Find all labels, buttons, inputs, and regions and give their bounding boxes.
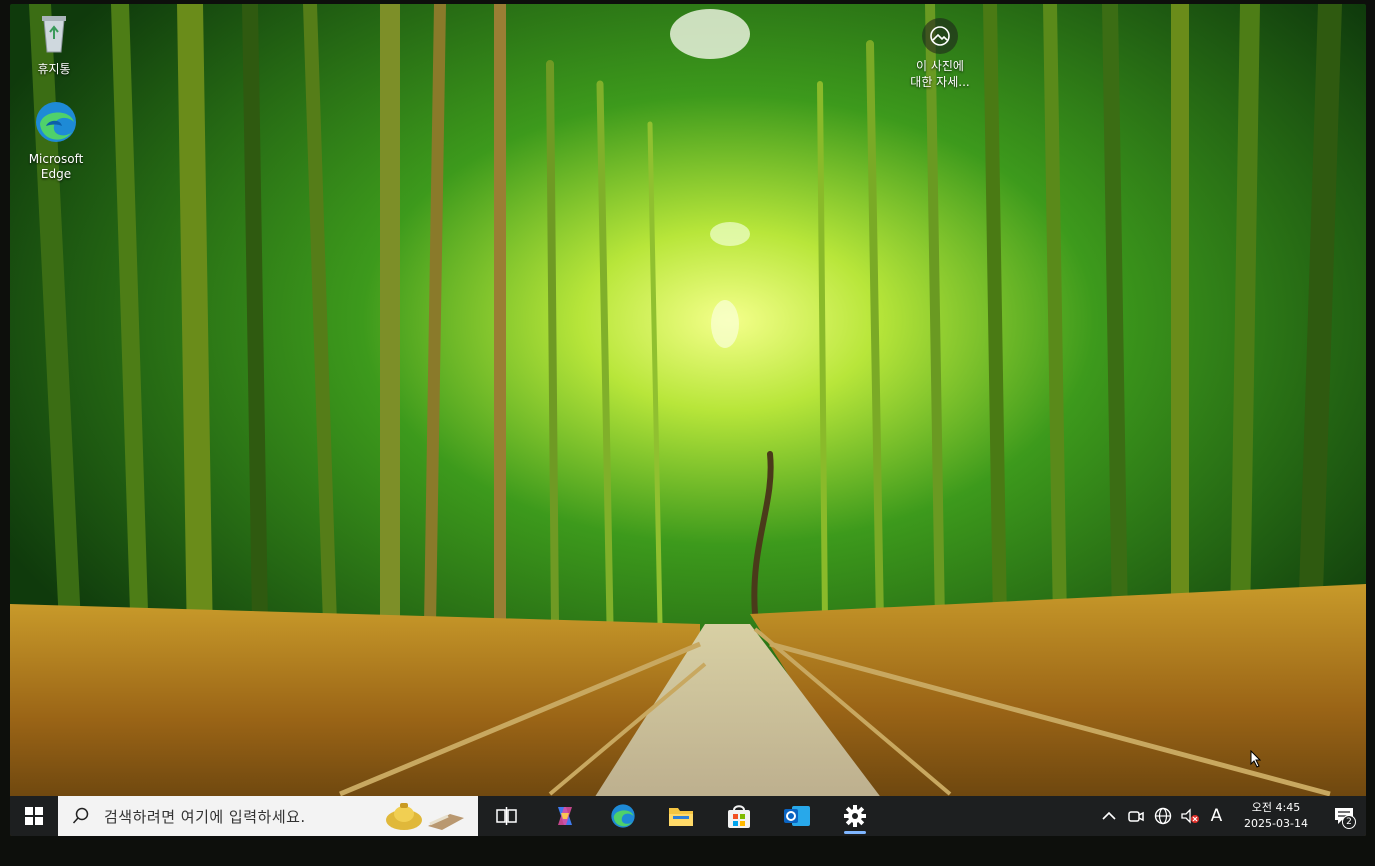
taskbar-outlook-button[interactable] (768, 796, 826, 836)
tray-ime-indicator[interactable]: A (1203, 796, 1230, 836)
search-highlight-illustration-icon (386, 803, 464, 830)
desktop-icon-label: 휴지통 (37, 62, 71, 76)
taskbar-search-box[interactable]: 검색하려면 여기에 입력하세요. (58, 796, 478, 836)
action-center-button[interactable]: 2 (1322, 796, 1366, 836)
store-icon (728, 805, 750, 828)
taskbar-edge-button[interactable] (594, 796, 652, 836)
spotlight-label-line1: 이 사진에 (916, 59, 964, 73)
taskbar: 검색하려면 여기에 입력하세요. A 오전 4:45 2025-03-14 2 (10, 796, 1366, 836)
taskbar-file-explorer-button[interactable] (652, 796, 710, 836)
show-hidden-icons-button[interactable] (1095, 796, 1122, 836)
edge-icon (611, 804, 635, 828)
clock-date: 2025-03-14 (1244, 817, 1308, 830)
tray-network-button[interactable] (1149, 796, 1176, 836)
desktop-icon-recycle-bin[interactable]: 휴지통 (14, 8, 94, 77)
search-placeholder: 검색하려면 여기에 입력하세요. (104, 807, 306, 826)
system-tray: A 오전 4:45 2025-03-14 2 (1095, 796, 1366, 836)
outlook-icon (784, 806, 810, 826)
desktop-icon-edge[interactable]: Microsoft Edge (16, 98, 96, 182)
desktop-icon-label: Microsoft (28, 152, 84, 166)
spotlight-icon (930, 26, 950, 46)
spotlight-about-picture[interactable]: 이 사진에 대한 자세... (900, 18, 980, 90)
taskbar-copilot-button[interactable] (536, 796, 594, 836)
mouse-cursor-icon (1250, 750, 1262, 768)
spotlight-label-line2: 대한 자세... (910, 75, 970, 89)
taskbar-clock[interactable]: 오전 4:45 2025-03-14 (1236, 800, 1316, 832)
edge-icon (36, 102, 76, 142)
copilot-icon (558, 807, 572, 825)
taskbar-settings-button[interactable] (826, 796, 884, 836)
desktop-screen: 휴지통 Microsoft Edge 이 사진에 대한 자세... 검색하려면 … (10, 4, 1366, 836)
tray-volume-button[interactable] (1176, 796, 1203, 836)
clock-time: 오전 4:45 (1251, 801, 1301, 814)
search-icon (72, 807, 89, 824)
taskbar-store-button[interactable] (710, 796, 768, 836)
notification-count-badge: 2 (1342, 815, 1356, 829)
start-button[interactable] (10, 796, 58, 836)
recycle-bin-icon (42, 16, 66, 53)
task-view-icon (496, 807, 517, 825)
taskbar-task-view-button[interactable] (478, 796, 536, 836)
globe-icon (1154, 807, 1171, 825)
folder-icon (669, 808, 693, 826)
wallpaper-bamboo (10, 4, 1366, 836)
tray-meet-now-button[interactable] (1122, 796, 1149, 836)
gear-icon (844, 805, 866, 827)
windows-start-icon (25, 807, 43, 825)
camera-icon (1127, 811, 1144, 822)
chevron-up-icon (1101, 811, 1116, 820)
desktop-icon-label-line2: Edge (40, 167, 72, 181)
ime-mode-label: A (1210, 806, 1223, 826)
volume-muted-icon (1180, 808, 1199, 824)
